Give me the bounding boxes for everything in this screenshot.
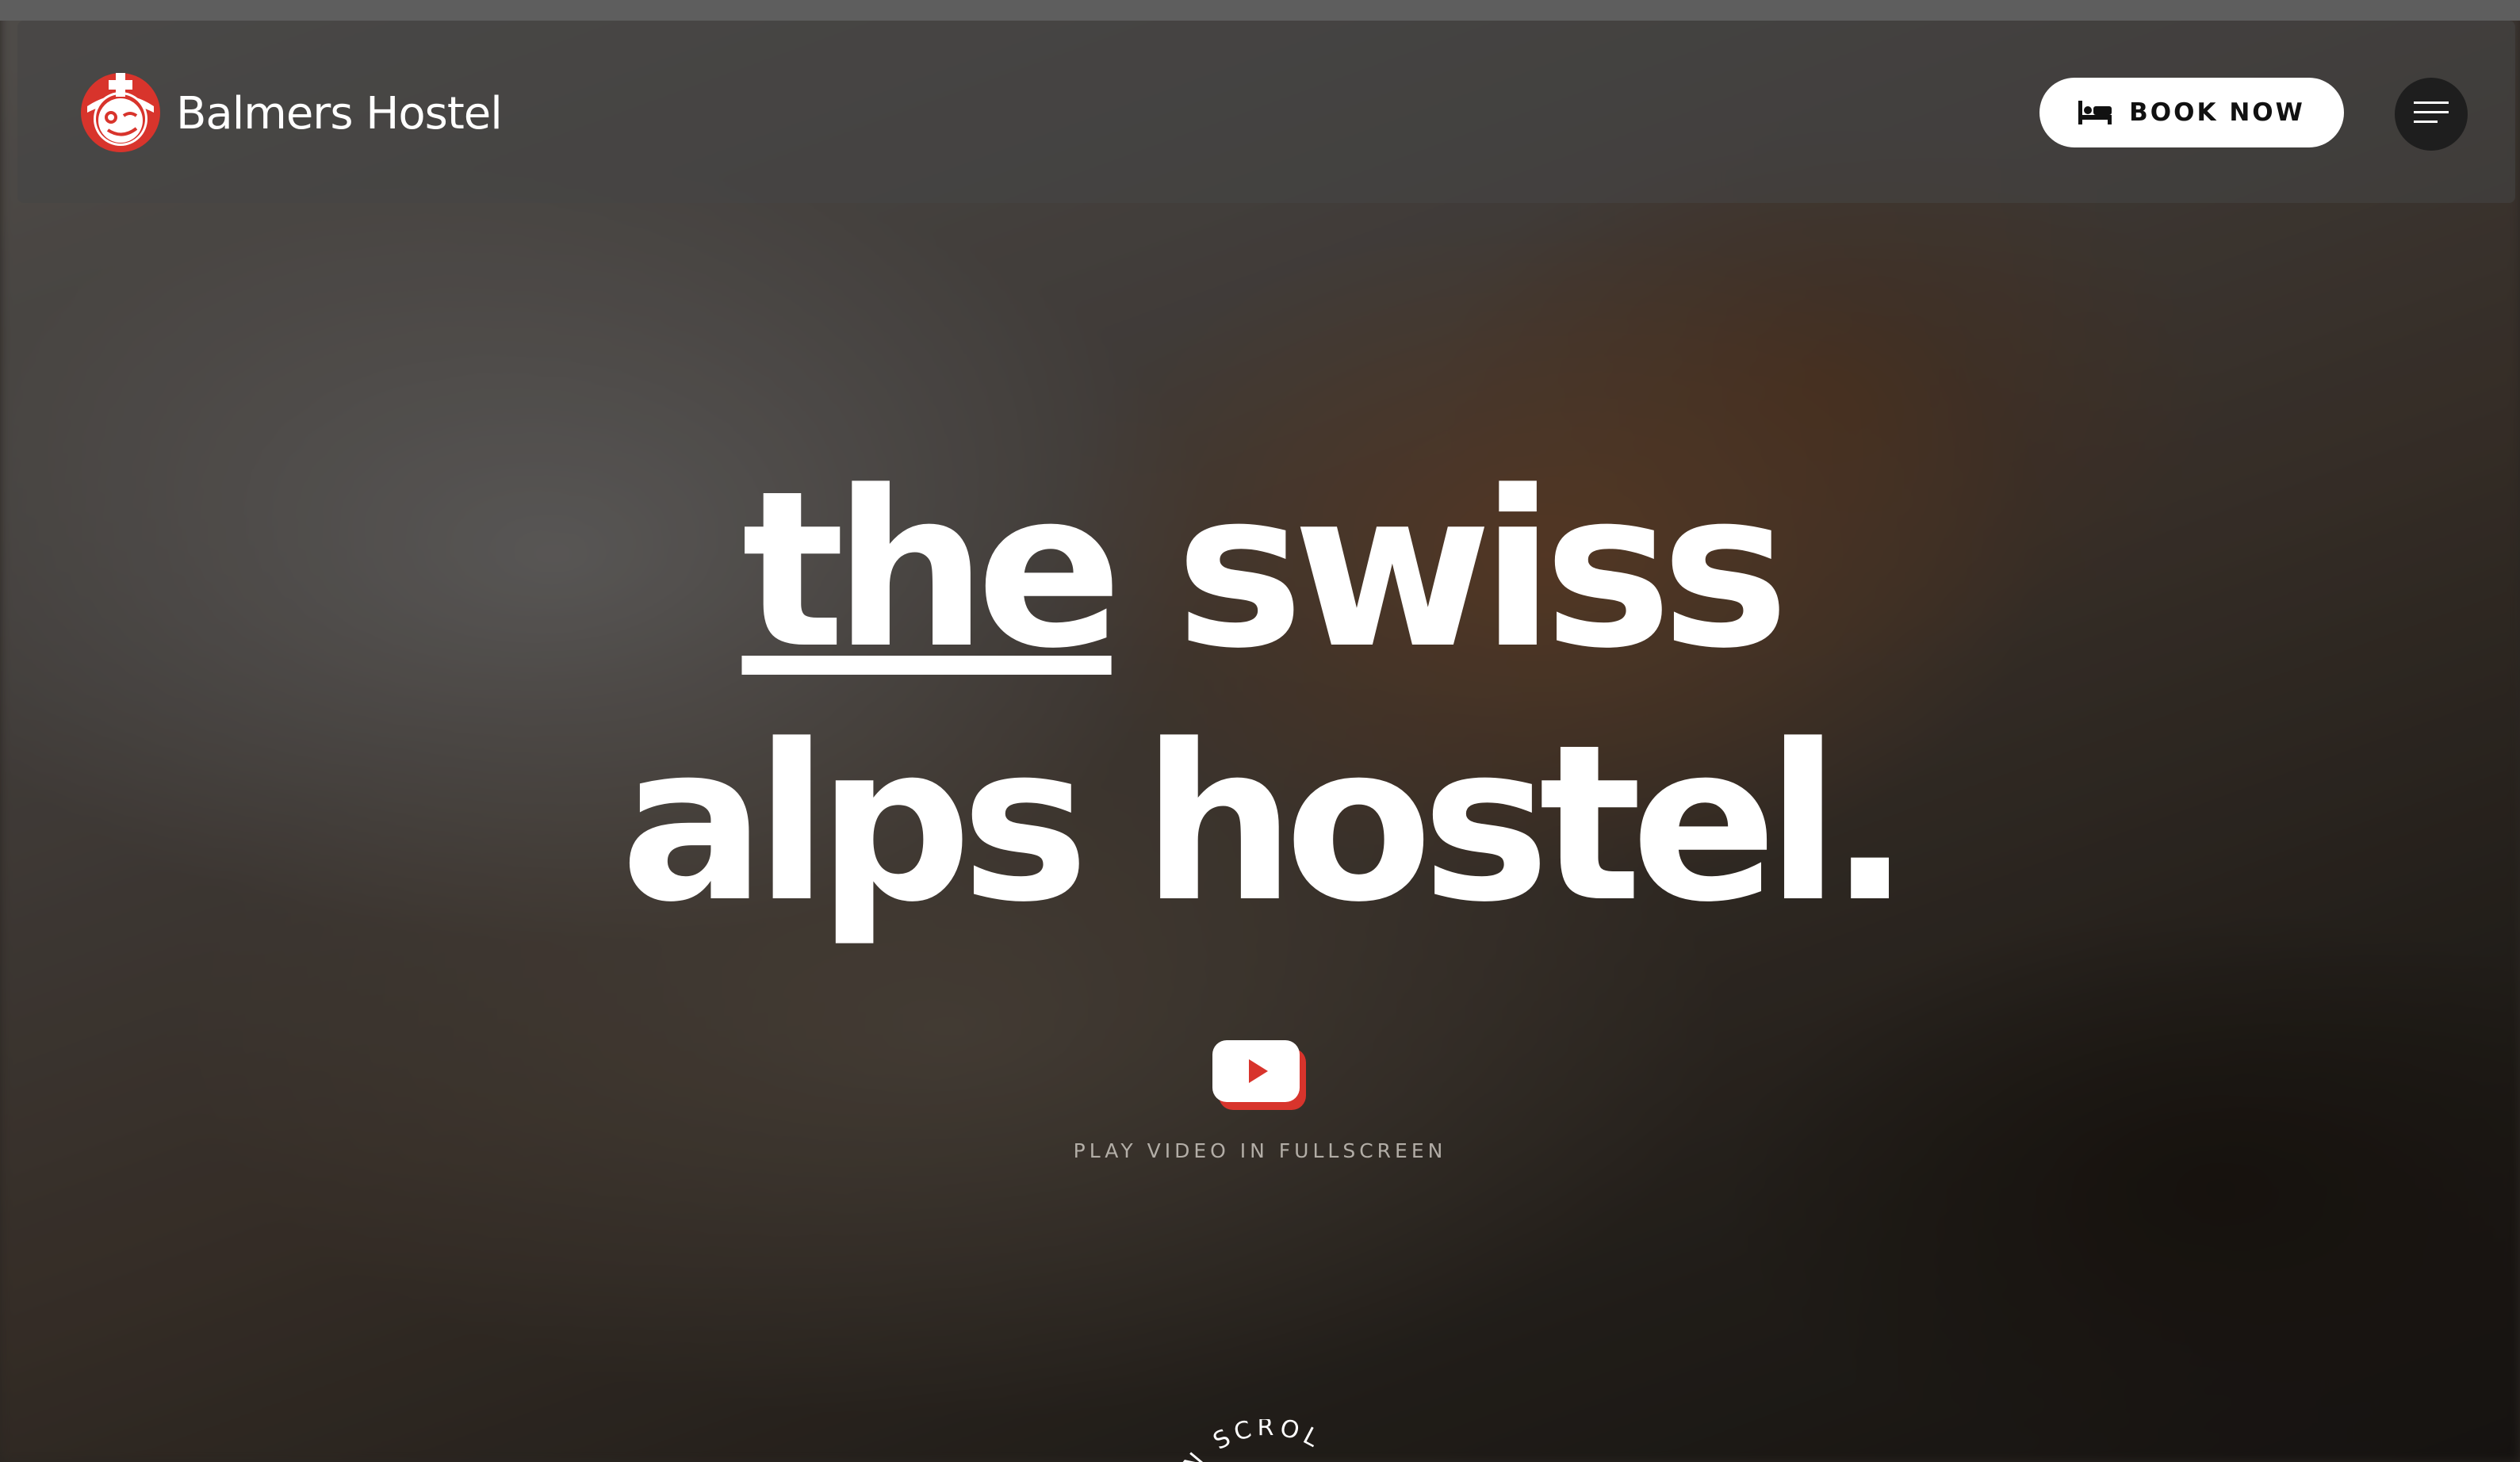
headline-emphasis: the bbox=[741, 446, 1122, 696]
balmers-mascot-logo-icon bbox=[81, 73, 160, 152]
headline-word-swiss: swiss bbox=[1175, 446, 1789, 696]
hero-headline: the swiss alps hostel. bbox=[0, 444, 2520, 951]
site-header: Balmers Hostel BOOK NOW bbox=[17, 21, 2515, 203]
youtube-play-icon[interactable] bbox=[1211, 1039, 1309, 1112]
headline-line-1: the swiss bbox=[0, 444, 2520, 698]
scroll-text: N SCROL bbox=[1178, 1419, 1327, 1462]
top-strip bbox=[0, 0, 2520, 21]
brand-logo-link[interactable]: Balmers Hostel bbox=[79, 60, 503, 155]
menu-button[interactable] bbox=[2395, 78, 2468, 151]
scroll-down-indicator[interactable]: N SCROL bbox=[1166, 1419, 1372, 1462]
brand-name: Balmers Hostel bbox=[176, 87, 503, 140]
play-video-block: PLAY VIDEO IN FULLSCREEN bbox=[0, 1039, 2520, 1162]
play-video-label[interactable]: PLAY VIDEO IN FULLSCREEN bbox=[0, 1139, 2520, 1162]
headline-line-2: alps hostel. bbox=[620, 699, 1911, 950]
hamburger-menu-icon bbox=[2414, 101, 2449, 123]
book-now-button[interactable]: BOOK NOW bbox=[2039, 78, 2344, 147]
hero-section: Balmers Hostel BOOK NOW the swiss alps h… bbox=[0, 0, 2520, 1462]
bed-icon bbox=[2078, 101, 2112, 124]
book-now-label: BOOK NOW bbox=[2129, 98, 2305, 127]
